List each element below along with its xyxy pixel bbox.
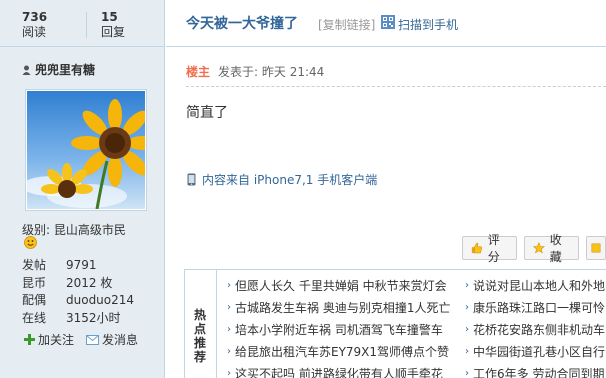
post-meta: 楼主 发表于: 昨天 21:44 [186, 63, 324, 80]
info-key: 昆币 [22, 275, 47, 290]
info-row-coins: 昆币 2012 枚 [22, 275, 134, 293]
meta-divider [186, 86, 606, 87]
hot-recommend-label: 热点推荐 [194, 308, 207, 364]
list-item[interactable]: › 说说对昆山本地人和外地 [465, 279, 606, 301]
level-label: 级别: [22, 223, 51, 237]
hot-item-title[interactable]: 花桥花安路东侧非机动车 [473, 323, 605, 345]
author-tag: 楼主 [186, 65, 211, 79]
hot-recommend-box: 热点推荐 › 但愿人长久 千里共婵娟 中秋节来赏灯会 › 古城路发生车祸 奥迪与别克… [184, 269, 606, 378]
phone-icon [187, 173, 196, 186]
author-info: 发帖 9791 昆币 2012 枚 配偶 duoduo214 在线 3152小时 [22, 257, 134, 327]
client-source-text[interactable]: 内容来自 iPhone7,1 手机客户端 [202, 171, 377, 188]
views-count: 736 [22, 10, 48, 24]
qr-code-icon[interactable] [381, 15, 395, 29]
info-row-online: 在线 3152小时 [22, 310, 134, 328]
copy-link-button[interactable]: [复制链接] [318, 16, 375, 33]
list-item[interactable]: › 花桥花安路东侧非机动车 [465, 323, 606, 345]
list-item[interactable]: › 但愿人长久 千里共婵娟 中秋节来赏灯会 [227, 279, 447, 301]
rate-label: 评分 [487, 233, 500, 264]
replies-stat: 15 回复 [101, 10, 161, 40]
hot-item-title[interactable]: 工作6年多 劳动合同到期 [473, 367, 604, 378]
info-value[interactable]: duoduo214 [66, 292, 134, 310]
hot-item-title[interactable]: 这买不起吗 前进路绿化带有人顺手牵花 [235, 367, 443, 378]
scan-to-phone-link[interactable]: 扫描到手机 [398, 16, 458, 33]
post-content: 简直了 [186, 105, 228, 121]
message-label: 发消息 [102, 333, 139, 347]
follow-button[interactable]: 加关注 [24, 331, 74, 348]
list-item[interactable]: › 这买不起吗 前进路绿化带有人顺手牵花 [227, 367, 447, 378]
thread-stats: 736 阅读 15 回复 [0, 0, 165, 47]
favorite-button[interactable]: 收藏 [524, 233, 579, 264]
post-action-buttons: 评分 收藏 [462, 233, 606, 264]
views-label: 阅读 [22, 25, 47, 39]
replies-label: 回复 [101, 25, 126, 39]
share-icon [591, 243, 601, 253]
avatar[interactable] [25, 89, 147, 211]
hot-item-title[interactable]: 中华园街道孔巷小区自行 [473, 345, 605, 367]
list-item[interactable]: › 给昆旅出租汽车苏EY79X1驾师傅点个赞 [227, 345, 449, 367]
hot-item-title[interactable]: 康乐路珠江路口一棵可怜 [473, 301, 605, 323]
author-sidebar: 736 阅读 15 回复 兜兜里有糖 级别: 昆山高级市民 发帖 9791 昆币… [0, 0, 165, 378]
info-row-posts: 发帖 9791 [22, 257, 134, 275]
rate-button[interactable]: 评分 [462, 233, 517, 264]
share-button[interactable] [586, 236, 606, 260]
list-item[interactable]: › 中华园街道孔巷小区自行 [465, 345, 606, 367]
smile-icon [24, 236, 37, 249]
list-item[interactable]: › 古城路发生车祸 奥迪与别克相撞1人死亡 [227, 301, 450, 323]
stats-divider [86, 12, 87, 38]
author-level: 级别: 昆山高级市民 [22, 221, 126, 238]
author-name-row[interactable]: 兜兜里有糖 [22, 61, 95, 78]
sunflower-avatar-image [27, 91, 145, 209]
list-item[interactable]: › 康乐路珠江路口一棵可怜 [465, 301, 606, 323]
info-value: 2012 枚 [66, 275, 113, 290]
favorite-label: 收藏 [549, 233, 562, 264]
hot-item-title[interactable]: 古城路发生车祸 奥迪与别克相撞1人死亡 [235, 301, 450, 323]
author-actions: 加关注 发消息 [24, 331, 138, 348]
info-row-spouse: 配偶 duoduo214 [22, 292, 134, 310]
hot-recommend-label-box: 热点推荐 [185, 270, 217, 378]
follow-label: 加关注 [38, 333, 75, 347]
hot-item-title[interactable]: 培本小学附近车祸 司机酒驾飞车撞警车 [235, 323, 443, 345]
thumbs-up-icon [471, 242, 483, 254]
hot-list-left: › 但愿人长久 千里共婵娟 中秋节来赏灯会 › 古城路发生车祸 奥迪与别克相撞1人死… [227, 279, 450, 378]
thread-title-bar: 今天被一大爷撞了 [复制链接] 扫描到手机 [166, 0, 606, 47]
plus-icon [24, 334, 35, 345]
info-value[interactable]: 9791 [66, 257, 97, 275]
hot-item-title[interactable]: 说说对昆山本地人和外地 [473, 279, 605, 301]
author-name[interactable]: 兜兜里有糖 [35, 61, 95, 78]
list-item[interactable]: › 工作6年多 劳动合同到期 [465, 367, 606, 378]
info-value: 3152小时 [66, 310, 121, 325]
views-stat: 736 阅读 [22, 10, 82, 40]
info-key: 配偶 [22, 293, 47, 307]
post-time: 发表于: 昨天 21:44 [218, 65, 325, 79]
online-status-icon [22, 65, 31, 75]
star-icon [533, 242, 545, 254]
level-name[interactable]: 昆山高级市民 [54, 223, 126, 237]
list-item[interactable]: › 培本小学附近车祸 司机酒驾飞车撞警车 [227, 323, 447, 345]
hot-list-right: › 说说对昆山本地人和外地 › 康乐路珠江路口一棵可怜 › 花桥花安路东侧非机动车 ›… [465, 279, 606, 378]
hot-item-title[interactable]: 但愿人长久 千里共婵娟 中秋节来赏灯会 [235, 279, 447, 301]
client-source[interactable]: 内容来自 iPhone7,1 手机客户端 [187, 171, 377, 188]
info-key: 在线 [22, 310, 47, 325]
info-key: 发帖 [22, 258, 47, 272]
replies-count: 15 [101, 10, 118, 24]
thread-title[interactable]: 今天被一大爷撞了 [186, 13, 298, 33]
envelope-icon [86, 334, 100, 345]
hot-item-title[interactable]: 给昆旅出租汽车苏EY79X1驾师傅点个赞 [235, 345, 449, 367]
send-message-button[interactable]: 发消息 [86, 331, 138, 348]
